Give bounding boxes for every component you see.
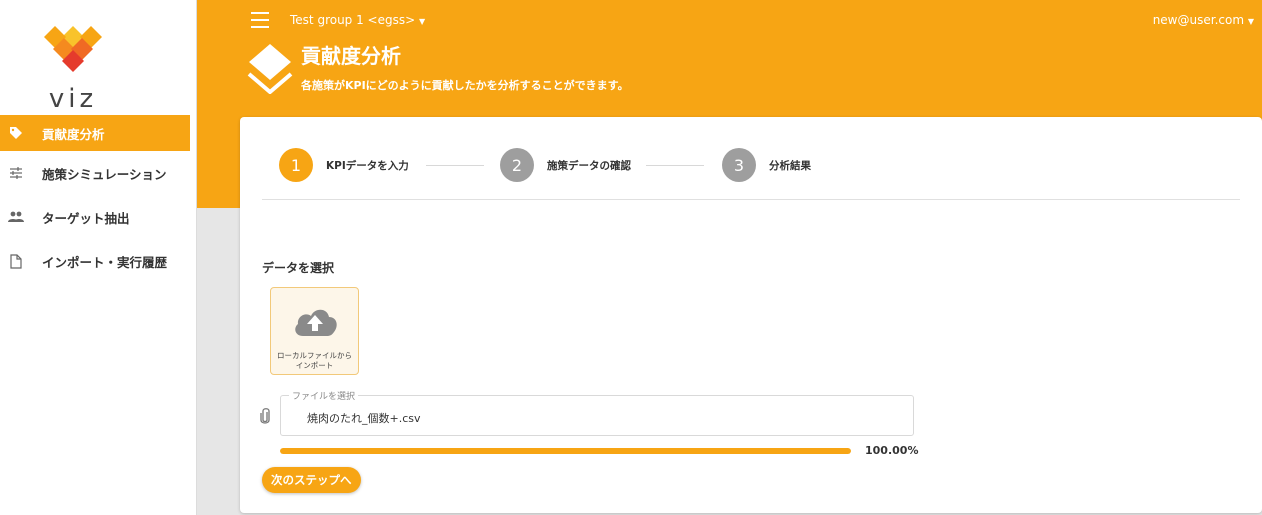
hamburger-menu-icon[interactable] [251,12,269,30]
sidebar-item-label: ターゲット抽出 [42,210,130,226]
upload-progress-fill [280,448,851,454]
cloud-upload-icon [295,309,337,336]
user-email: new@user.com [1152,13,1245,27]
viz-logo-icon [44,26,102,72]
sidebar-item-target-extraction[interactable]: ターゲット抽出 [0,195,190,239]
section-title: データを選択 [262,261,335,275]
tag-icon [8,125,24,141]
document-icon [8,253,24,269]
local-file-import-button[interactable]: ローカルファイルからインポート [270,287,359,375]
sidebar-item-contribution-analysis[interactable]: 貢献度分析 [0,115,190,151]
group-select-value: Test group 1 <egss> [290,13,416,27]
people-icon [8,209,24,225]
step-analysis-result[interactable]: 3 分析結果 [722,148,811,182]
step-label: 施策データの確認 [547,159,631,172]
step-connector [426,165,484,166]
step-label: KPIデータを入力 [326,159,409,172]
page-title: 貢献度分析 [301,44,401,68]
stepper: 1 KPIデータを入力 2 施策データの確認 3 分析結果 [262,132,1240,200]
sidebar-item-label: 施策シミュレーション [42,166,167,182]
sidebar-item-label: 貢献度分析 [42,126,105,142]
step-connector [646,165,704,166]
file-name: 焼肉のたれ_個数+.csv [307,412,421,425]
step-number: 1 [279,148,313,182]
app-logo[interactable]: viz [38,22,108,114]
step-label: 分析結果 [769,159,811,172]
caret-down-icon: ▼ [1247,17,1254,26]
main-card: 1 KPIデータを入力 2 施策データの確認 3 分析結果 データを選択 ローカ… [240,117,1262,513]
step-measure-confirm[interactable]: 2 施策データの確認 [500,148,631,182]
group-select[interactable]: Test group 1 <egss> ▼ [290,13,425,27]
page-subtitle: 各施策がKPIにどのように貢献したかを分析することができます。 [301,79,629,92]
sidebar-item-label: インポート・実行履歴 [42,254,168,270]
logo-text: viz [48,84,98,114]
layers-icon [247,42,293,95]
sidebar-item-simulation[interactable]: 施策シミュレーション [0,151,190,195]
user-menu[interactable]: new@user.com ▼ [1153,13,1254,27]
next-step-button[interactable]: 次のステップへ [262,467,361,493]
sidebar: viz 貢献度分析 施策シミュレーション ターゲット抽出 インポート・実行履歴 [0,0,197,515]
file-select-field[interactable]: ファイルを選択 焼肉のたれ_個数+.csv [280,389,914,436]
upload-progress-bar [280,448,851,454]
file-field-legend: ファイルを選択 [289,389,359,402]
caret-down-icon: ▼ [419,17,426,26]
sidebar-item-import-history[interactable]: インポート・実行履歴 [0,239,190,283]
step-number: 2 [500,148,534,182]
upload-progress-text: 100.00% [865,444,919,457]
paperclip-icon[interactable] [259,407,271,425]
sliders-icon [8,165,24,181]
upload-label: ローカルファイルからインポート [277,351,352,370]
sidebar-nav: 貢献度分析 施策シミュレーション ターゲット抽出 インポート・実行履歴 [0,115,190,283]
step-number: 3 [722,148,756,182]
step-kpi-input[interactable]: 1 KPIデータを入力 [279,148,409,182]
